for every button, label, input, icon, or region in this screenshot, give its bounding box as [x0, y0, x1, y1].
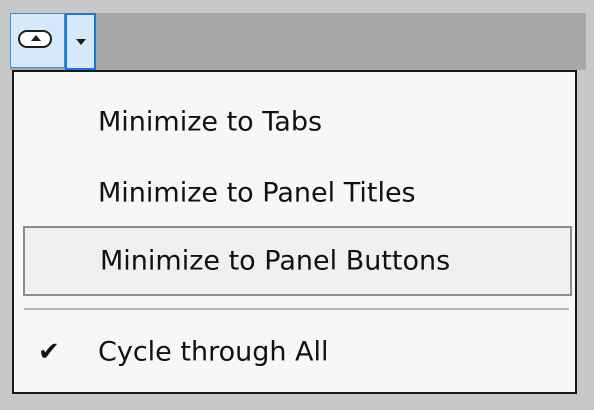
minimize-split-button[interactable] [10, 13, 96, 70]
menu-item-label: Minimize to Panel Buttons [100, 245, 451, 277]
menu-item-label: Cycle through All [98, 336, 329, 368]
minimize-options-dropdown-button[interactable] [65, 13, 96, 70]
menu-item-minimize-to-panel-titles[interactable]: Minimize to Panel Titles [24, 164, 569, 222]
minimize-ribbon-button[interactable] [10, 13, 65, 68]
minimize-ribbon-icon [18, 30, 52, 48]
menu-item-minimize-to-panel-buttons[interactable]: Minimize to Panel Buttons [23, 226, 572, 296]
chevron-down-icon [76, 39, 86, 45]
menu-item-label: Minimize to Tabs [98, 106, 323, 138]
ribbon-toolbar [10, 13, 586, 70]
menu-separator [24, 308, 569, 310]
minimize-options-menu: Minimize to Tabs Minimize to Panel Title… [12, 70, 577, 394]
menu-item-label: Minimize to Panel Titles [98, 177, 416, 209]
checkmark-icon: ✔ [38, 337, 60, 367]
ribbon-background: Minimize to Tabs Minimize to Panel Title… [0, 0, 594, 410]
menu-item-minimize-to-tabs[interactable]: Minimize to Tabs [24, 93, 569, 151]
menu-item-cycle-through-all[interactable]: ✔ Cycle through All [24, 323, 569, 381]
